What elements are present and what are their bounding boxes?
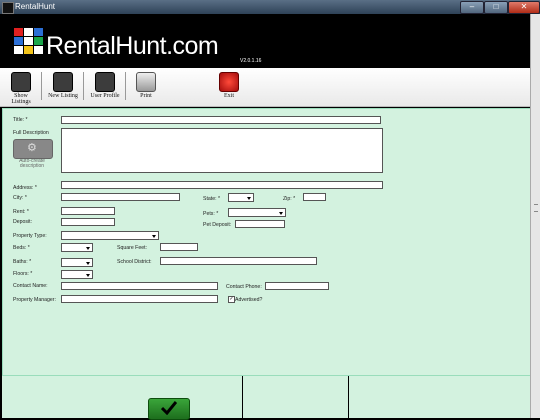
pet-deposit-input[interactable] xyxy=(235,220,285,228)
floors-label: Floors: * xyxy=(13,271,33,277)
address-input[interactable] xyxy=(61,181,383,189)
contact-name-input[interactable] xyxy=(61,282,218,290)
square-feet-input[interactable] xyxy=(160,243,198,251)
new-listing-label: New Listing xyxy=(48,93,78,99)
gears-icon: ⚙ xyxy=(27,142,37,154)
panel-divider xyxy=(348,376,349,418)
pets-select[interactable] xyxy=(228,208,286,217)
pets-label: Pets: * xyxy=(203,211,219,217)
window-edge-scrollbar[interactable] xyxy=(530,14,540,418)
exit-button[interactable]: Exit xyxy=(212,72,246,99)
floors-select[interactable] xyxy=(61,270,93,279)
window-titlebar: RentalHunt ‒ □ ✕ xyxy=(0,0,540,14)
minimize-button[interactable]: ‒ xyxy=(460,1,484,14)
toolbar-divider xyxy=(41,72,42,100)
city-input[interactable] xyxy=(61,193,180,201)
submit-button[interactable] xyxy=(148,398,190,420)
rent-label: Rent: * xyxy=(13,209,29,215)
address-label: Address: * xyxy=(13,185,37,191)
baths-label: Baths: * xyxy=(13,259,32,265)
exit-label: Exit xyxy=(224,93,234,99)
listing-form: Title: * Full Description ⚙ Auto-create … xyxy=(2,108,532,376)
description-textarea[interactable] xyxy=(61,128,383,173)
school-district-label: School District: xyxy=(117,259,152,265)
beds-label: Beds: * xyxy=(13,245,30,251)
bottom-panel xyxy=(2,376,530,420)
toolbar-divider xyxy=(83,72,84,100)
contact-name-label: Contact Name: xyxy=(13,283,48,289)
baths-select[interactable] xyxy=(61,258,93,267)
pet-deposit-label: Pet Deposit: xyxy=(203,222,232,228)
user-profile-label: User Profile xyxy=(90,93,120,99)
logo-text: RentalHunt.com xyxy=(46,32,219,60)
zip-label: Zip: * xyxy=(283,196,296,202)
auto-create-button[interactable]: ⚙ xyxy=(13,139,53,159)
deposit-input[interactable] xyxy=(61,218,115,226)
full-description-label: Full Description xyxy=(13,130,49,136)
grid-icon xyxy=(11,72,31,92)
square-feet-label: Square Feet: xyxy=(117,245,147,251)
advertised-label: Advertised? xyxy=(235,297,263,303)
app-header: RentalHunt.com V2.0.1.16 xyxy=(0,14,530,68)
advertised-checkbox[interactable]: ✓ xyxy=(228,296,235,303)
rent-input[interactable] xyxy=(61,207,115,215)
deposit-label: Deposit: xyxy=(13,219,33,225)
new-listing-button[interactable]: New Listing xyxy=(46,72,80,99)
print-label: Print xyxy=(140,93,152,99)
contact-phone-input[interactable] xyxy=(265,282,329,290)
version-label: V2.0.1.16 xyxy=(240,58,262,64)
city-label: City: * xyxy=(13,195,27,201)
state-select[interactable] xyxy=(228,193,254,202)
property-manager-input[interactable] xyxy=(61,295,218,303)
maximize-button[interactable]: □ xyxy=(484,1,508,14)
user-profile-button[interactable]: User Profile xyxy=(88,72,122,99)
property-type-select[interactable] xyxy=(61,231,159,240)
panel-divider xyxy=(242,376,243,418)
new-document-icon xyxy=(53,72,73,92)
beds-select[interactable] xyxy=(61,243,93,252)
show-listings-label: Show Listings xyxy=(11,93,31,105)
zip-input[interactable] xyxy=(303,193,326,201)
app-icon xyxy=(2,2,14,14)
toolbar-divider xyxy=(125,72,126,100)
power-icon xyxy=(219,72,239,92)
property-manager-label: Property Manager: xyxy=(13,297,56,303)
toolbar: Show Listings New Listing User Profile P… xyxy=(0,68,530,107)
auto-create-label: Auto-create description xyxy=(19,158,45,169)
title-label: Title: * xyxy=(13,117,28,123)
checkmark-icon xyxy=(161,401,177,415)
property-type-label: Property Type: xyxy=(13,233,47,239)
title-input[interactable] xyxy=(61,116,381,124)
state-label: State: * xyxy=(203,196,221,202)
contact-phone-label: Contact Phone: xyxy=(226,284,262,290)
school-district-input[interactable] xyxy=(160,257,317,265)
close-button[interactable]: ✕ xyxy=(508,1,540,14)
show-listings-button[interactable]: Show Listings xyxy=(4,72,38,105)
user-profile-icon xyxy=(95,72,115,92)
window-title: RentalHunt xyxy=(15,2,56,11)
grip-icon xyxy=(534,204,538,212)
print-button[interactable]: Print xyxy=(129,72,163,99)
printer-icon xyxy=(136,72,156,92)
logo-grid-icon xyxy=(14,28,46,56)
